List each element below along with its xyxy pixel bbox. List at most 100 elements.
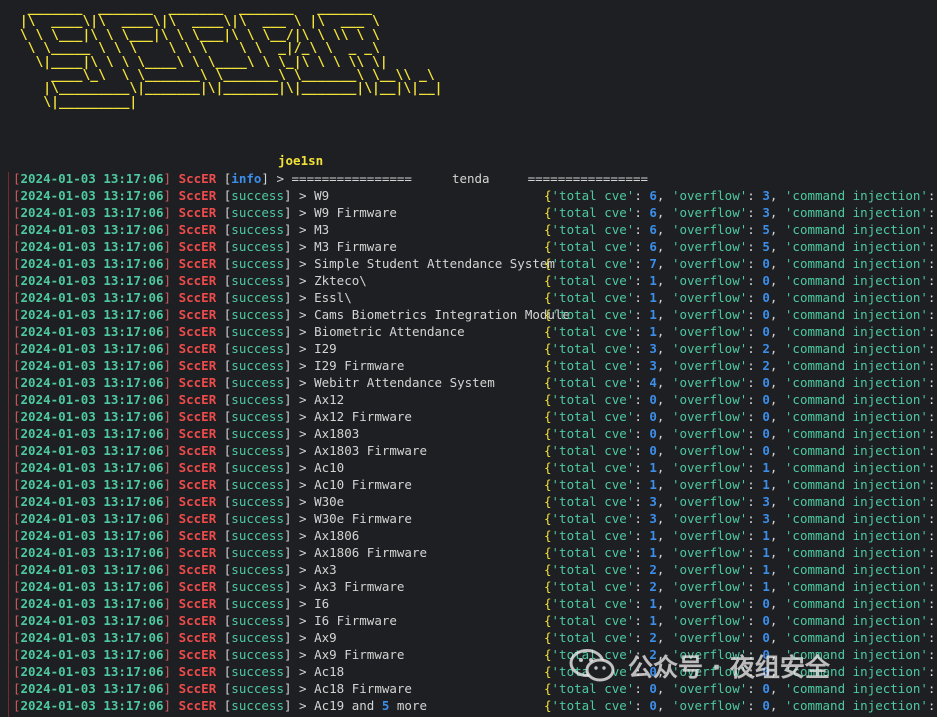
prompt-arrow: >: [299, 307, 307, 322]
terminal-window[interactable]: _______ _______ _______ _______ _______ …: [0, 0, 937, 717]
stat-total-cve: 1: [649, 477, 657, 492]
stat-key-overflow: 'overflow': [671, 562, 748, 577]
tool-name: SccER: [178, 273, 217, 288]
stat-key-total: 'total cve': [551, 188, 635, 203]
product-name: M3 Firmware: [314, 239, 397, 254]
log-level-success: success: [231, 477, 284, 492]
stat-total-cve: 1: [649, 596, 657, 611]
stat-key-total: 'total cve': [551, 375, 635, 390]
stat-key-cmd: 'command injection': [784, 290, 928, 305]
log-timestamp: 2024-01-03 13:17:06: [20, 511, 164, 526]
log-timestamp: 2024-01-03 13:17:06: [20, 443, 164, 458]
product-name: Biometric Attendance: [314, 324, 465, 339]
log-line: [2024-01-03 13:17:06] SccER [success] > …: [13, 289, 937, 306]
stat-key-total: 'total cve': [551, 273, 635, 288]
stat-key-total: 'total cve': [551, 239, 635, 254]
left-gutter-rule: [8, 172, 9, 717]
stat-total-cve: 0: [649, 409, 657, 424]
log-timestamp: 2024-01-03 13:17:06: [20, 528, 164, 543]
log-level-success: success: [231, 358, 284, 373]
cve-stats: {'total cve': 6, 'overflow': 3, 'command…: [544, 205, 936, 220]
tool-name: SccER: [178, 341, 217, 356]
stat-key-cmd: 'command injection': [784, 579, 928, 594]
stat-key-overflow: 'overflow': [671, 341, 748, 356]
stat-key-overflow: 'overflow': [671, 698, 748, 713]
log-level-success: success: [231, 324, 284, 339]
log-line: [2024-01-03 13:17:06] SccER [success] > …: [13, 561, 937, 578]
stat-total-cve: 3: [649, 341, 657, 356]
stat-key-overflow: 'overflow': [671, 256, 748, 271]
cve-stats: {'total cve': 0, 'overflow': 0, 'command…: [544, 409, 936, 424]
prompt-arrow: >: [299, 188, 307, 203]
log-level-success: success: [231, 579, 284, 594]
watermark-text: 公众号 · 夜组安全: [628, 653, 830, 682]
log-level-success: success: [231, 341, 284, 356]
cve-stats: {'total cve': 1, 'overflow': 1, 'command…: [544, 460, 936, 475]
product-name: I6 Firmware: [314, 613, 397, 628]
log-timestamp: 2024-01-03 13:17:06: [20, 545, 164, 560]
tool-name: SccER: [178, 613, 217, 628]
stat-overflow: 0: [762, 392, 770, 407]
tool-name: SccER: [178, 205, 217, 220]
prompt-arrow: >: [299, 443, 307, 458]
prompt-arrow: >: [299, 324, 307, 339]
product-name: Ac18 Firmware: [314, 681, 412, 696]
stat-key-total: 'total cve': [551, 545, 635, 560]
prompt-arrow: >: [299, 664, 307, 679]
cve-stats: {'total cve': 1, 'overflow': 1, 'command…: [544, 477, 936, 492]
stat-key-total: 'total cve': [551, 630, 635, 645]
tool-name: SccER: [178, 681, 217, 696]
log-level-success: success: [231, 630, 284, 645]
stat-key-total: 'total cve': [551, 222, 635, 237]
tool-name: SccER: [178, 647, 217, 662]
log-level-success: success: [231, 290, 284, 305]
log-level-success: success: [231, 443, 284, 458]
stat-key-overflow: 'overflow': [671, 494, 748, 509]
log-timestamp: 2024-01-03 13:17:06: [20, 307, 164, 322]
cve-stats: {'total cve': 3, 'overflow': 2, 'command…: [544, 358, 936, 373]
tool-name: SccER: [178, 290, 217, 305]
cve-stats: {'total cve': 1, 'overflow': 0, 'command…: [544, 290, 936, 305]
log-level-success: success: [231, 613, 284, 628]
log-level-success: success: [231, 188, 284, 203]
product-name: I29 Firmware: [314, 358, 405, 373]
log-timestamp: 2024-01-03 13:17:06: [20, 647, 164, 662]
prompt-arrow: >: [299, 477, 307, 492]
stat-key-total: 'total cve': [551, 698, 635, 713]
cve-stats: {'total cve': 3, 'overflow': 3, 'command…: [544, 494, 936, 509]
log-line: [2024-01-03 13:17:06] SccER [success] > …: [13, 595, 937, 612]
log-level-success: success: [231, 205, 284, 220]
product-name: Essl\: [314, 290, 352, 305]
tool-name: SccER: [178, 494, 217, 509]
log-level-success: success: [231, 307, 284, 322]
log-line: [2024-01-03 13:17:06] SccER [success] > …: [13, 272, 937, 289]
prompt-arrow: >: [299, 205, 307, 220]
log-level-success: success: [231, 562, 284, 577]
stat-total-cve: 1: [649, 528, 657, 543]
stat-key-total: 'total cve': [551, 562, 635, 577]
cve-stats: {'total cve': 2, 'overflow': 1, 'command…: [544, 562, 936, 577]
stat-key-overflow: 'overflow': [671, 579, 748, 594]
tool-name: SccER: [178, 222, 217, 237]
stat-total-cve: 1: [649, 324, 657, 339]
cve-stats: {'total cve': 1, 'overflow': 0, 'command…: [544, 613, 936, 628]
stat-key-cmd: 'command injection': [784, 341, 928, 356]
cve-stats: {'total cve': 1, 'overflow': 0, 'command…: [544, 273, 936, 288]
stat-key-total: 'total cve': [551, 290, 635, 305]
stat-overflow: 0: [762, 273, 770, 288]
stat-total-cve: 0: [649, 698, 657, 713]
log-timestamp: 2024-01-03 13:17:06: [20, 562, 164, 577]
stat-key-cmd: 'command injection': [784, 205, 928, 220]
stat-key-cmd: 'command injection': [784, 324, 928, 339]
log-timestamp: 2024-01-03 13:17:06: [20, 358, 164, 373]
stat-key-cmd: 'command injection': [784, 443, 928, 458]
log-line: [2024-01-03 13:17:06] SccER [success] > …: [13, 374, 937, 391]
stat-overflow: 3: [762, 511, 770, 526]
prompt-arrow: >: [299, 630, 307, 645]
prompt-arrow: >: [299, 681, 307, 696]
ascii-banner: _______ _______ _______ _______ _______ …: [19, 1, 443, 110]
stat-overflow: 0: [762, 596, 770, 611]
stat-key-total: 'total cve': [551, 477, 635, 492]
product-name: M3: [314, 222, 330, 237]
stat-key-overflow: 'overflow': [671, 613, 748, 628]
